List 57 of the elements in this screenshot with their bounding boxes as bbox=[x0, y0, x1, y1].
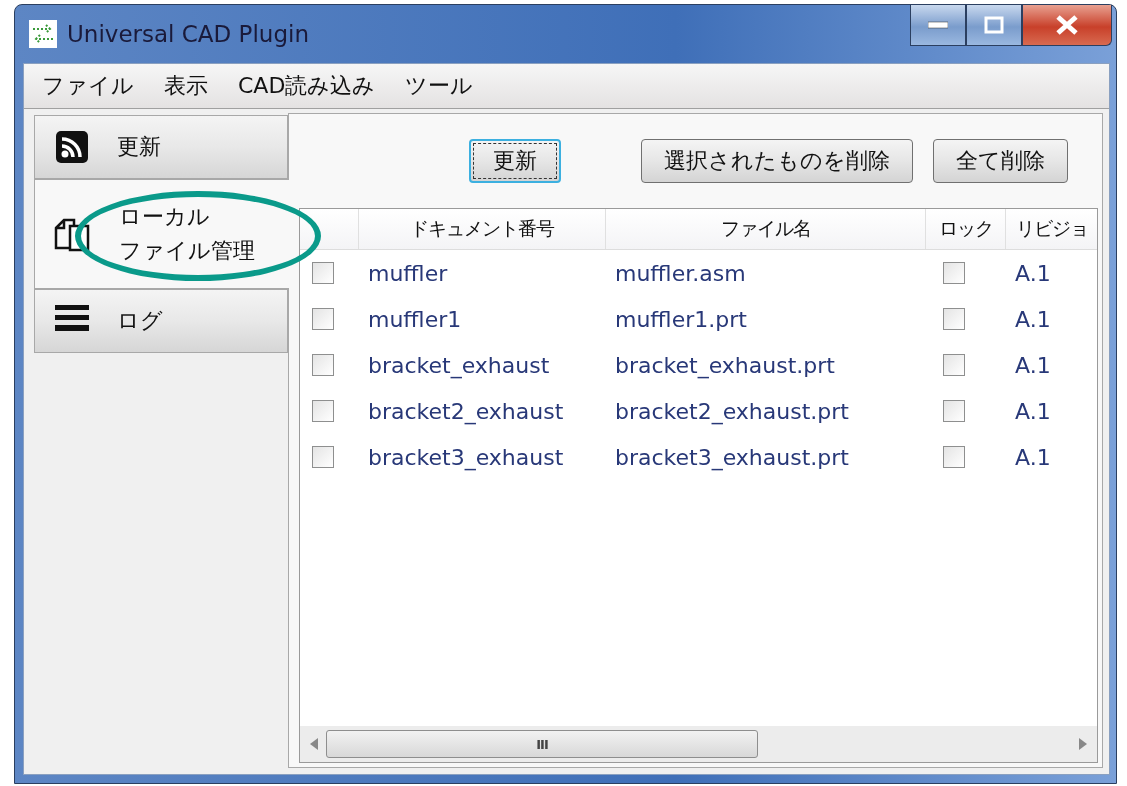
table-cell-text: bracket_exhaust.prt bbox=[614, 352, 836, 378]
column-header[interactable]: ドキュメント番号 bbox=[358, 209, 605, 249]
left-arrow-icon[interactable] bbox=[310, 738, 318, 750]
sidebar-tab[interactable]: ローカル ファイル管理 bbox=[34, 179, 289, 289]
menu-icon bbox=[55, 304, 89, 332]
tab-label: ローカル bbox=[119, 203, 210, 231]
table-cell-text: bracket3_exhaust.prt bbox=[614, 444, 850, 470]
table-cell-text: A.1 bbox=[1014, 352, 1052, 378]
row-checkbox[interactable] bbox=[312, 400, 334, 422]
table-cell-text: muffler bbox=[367, 260, 449, 286]
table-cell-text: A.1 bbox=[1014, 260, 1052, 286]
table-cell-text: bracket3_exhaust bbox=[367, 444, 565, 470]
column-header[interactable]: ロック bbox=[925, 209, 1005, 249]
row-checkbox[interactable] bbox=[312, 262, 334, 284]
menu-item[interactable]: CAD読み込み bbox=[238, 71, 376, 101]
maximize-icon bbox=[984, 16, 1004, 34]
rss-icon bbox=[55, 130, 89, 164]
maximize-button[interactable] bbox=[966, 5, 1022, 46]
table-cell-text: muffler1 bbox=[367, 306, 463, 332]
menu-item[interactable]: ツール bbox=[405, 71, 474, 101]
row-checkbox[interactable] bbox=[312, 446, 334, 468]
lock-checkbox[interactable] bbox=[943, 400, 965, 422]
row-checkbox[interactable] bbox=[312, 354, 334, 376]
lock-checkbox[interactable] bbox=[943, 446, 965, 468]
tab-label: ログ bbox=[117, 307, 163, 335]
table-cell-text: A.1 bbox=[1014, 444, 1052, 470]
row-checkbox[interactable] bbox=[312, 308, 334, 330]
table-cell-text: muffler1.prt bbox=[614, 306, 748, 332]
column-header[interactable]: リビジョ bbox=[1005, 209, 1097, 249]
minimize-icon bbox=[928, 21, 948, 29]
horizontal-scrollbar[interactable]: III bbox=[300, 726, 1097, 762]
tab-label: ファイル管理 bbox=[119, 237, 255, 265]
toolbar-button[interactable]: 更新 bbox=[469, 139, 561, 183]
lock-checkbox[interactable] bbox=[943, 354, 965, 376]
app-icon bbox=[29, 20, 57, 48]
toolbar-button[interactable]: 全て削除 bbox=[933, 139, 1068, 183]
table-cell-text: muffler.asm bbox=[614, 260, 747, 286]
menu-item[interactable]: ファイル bbox=[42, 71, 134, 101]
table-cell-text: bracket2_exhaust bbox=[367, 398, 565, 424]
table-cell-text: bracket2_exhaust.prt bbox=[614, 398, 850, 424]
sidebar-tab[interactable]: 更新 bbox=[34, 115, 288, 179]
toolbar-button[interactable]: 選択されたものを削除 bbox=[641, 139, 913, 183]
close-button[interactable] bbox=[1022, 5, 1112, 46]
window-title: Universal CAD Plugin bbox=[67, 21, 310, 47]
scrollbar-thumb[interactable]: III bbox=[326, 730, 758, 758]
tab-label: 更新 bbox=[117, 133, 161, 161]
minimize-button[interactable] bbox=[910, 5, 966, 46]
table-cell-text: bracket_exhaust bbox=[367, 352, 551, 378]
table-cell-text: A.1 bbox=[1014, 306, 1052, 332]
menu-item[interactable]: 表示 bbox=[164, 71, 208, 101]
close-icon bbox=[1055, 14, 1079, 36]
lock-checkbox[interactable] bbox=[943, 308, 965, 330]
table-cell-text: A.1 bbox=[1014, 398, 1052, 424]
sidebar-tab[interactable]: ログ bbox=[34, 289, 288, 353]
lock-checkbox[interactable] bbox=[943, 262, 965, 284]
column-header[interactable]: ファイル名 bbox=[605, 209, 925, 249]
right-arrow-icon[interactable] bbox=[1079, 738, 1087, 750]
